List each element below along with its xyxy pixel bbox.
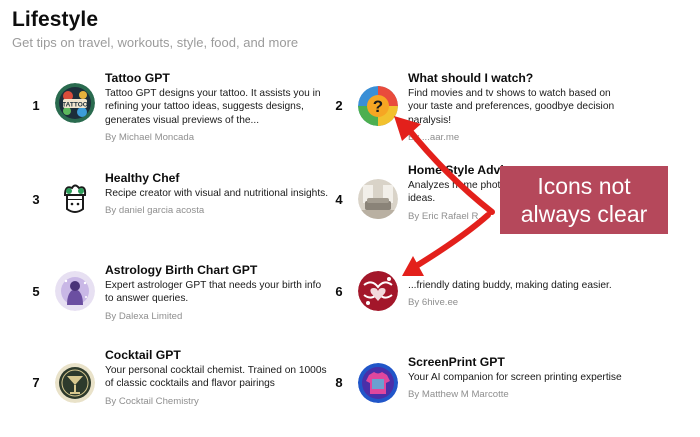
- gpt-item-healthy-chef[interactable]: 3 Healthy Chef Recipe creator with visua…: [30, 171, 330, 251]
- svg-text:TATTOO: TATTOO: [62, 102, 88, 109]
- gpt-item-what-should-i-watch[interactable]: 2 ? What should I watch? Find movies and…: [333, 71, 633, 151]
- tattoo-icon: TATTOO: [55, 83, 95, 123]
- item-description: ...friendly dating buddy, making dating …: [408, 280, 612, 291]
- svg-text:?: ?: [373, 97, 383, 116]
- item-name: What should I watch?: [408, 71, 534, 85]
- item-rank: 2: [335, 98, 343, 113]
- item-rank: 6: [335, 284, 343, 299]
- item-rank: 4: [335, 192, 343, 207]
- item-author: By Dalexa Limited: [105, 310, 183, 322]
- item-name: ScreenPrint GPT: [408, 355, 505, 369]
- item-author: By Cocktail Chemistry: [105, 395, 199, 407]
- gpt-item-screenprint-gpt[interactable]: 8 ScreenPrint GPT Your AI companion for …: [333, 355, 633, 435]
- item-author: By ...aar.me: [408, 131, 460, 143]
- item-description: Your AI companion for screen printing ex…: [408, 372, 622, 383]
- astrologer-icon: [55, 271, 95, 311]
- item-rank: 1: [32, 98, 40, 113]
- item-rank: 8: [335, 375, 343, 390]
- item-name: Tattoo GPT: [105, 71, 170, 85]
- gpt-item-dating-buddy[interactable]: 6 ... ...friendly dating buddy, making d…: [333, 263, 633, 343]
- living-room-icon: [358, 179, 398, 219]
- annotation-callout: Icons not always clear: [500, 166, 668, 234]
- cocktail-glass-icon: [55, 363, 95, 403]
- gpt-item-astrology-birth-chart[interactable]: 5 Astrology Birth Chart GPT Expert astro…: [30, 263, 330, 343]
- item-description: Expert astrologer GPT that needs your bi…: [105, 280, 322, 305]
- item-author: By Matthew M Marcotte: [408, 389, 509, 401]
- item-description: Tattoo GPT designs your tattoo. It assis…: [105, 88, 321, 126]
- gpt-item-cocktail-gpt[interactable]: 7 Cocktail GPT Your personal cocktail ch…: [30, 348, 330, 428]
- item-author: By 6hive.ee: [408, 297, 459, 309]
- item-name: Cocktail GPT: [105, 348, 181, 362]
- item-name: Healthy Chef: [105, 171, 180, 185]
- page-subtitle: Get tips on travel, workouts, style, foo…: [12, 35, 299, 50]
- tshirt-icon: [358, 363, 398, 403]
- item-description: Recipe creator with visual and nutrition…: [105, 188, 329, 199]
- chef-icon: [55, 179, 95, 219]
- question-mark-icon: ?: [358, 86, 398, 126]
- item-description: Find movies and tv shows to watch based …: [408, 88, 615, 126]
- annotation-line-1: Icons not: [537, 173, 631, 199]
- item-rank: 3: [32, 192, 40, 207]
- item-name: ...: [408, 263, 419, 277]
- item-name: Astrology Birth Chart GPT: [105, 263, 258, 277]
- item-rank: 7: [32, 375, 40, 390]
- item-author: By daniel garcia acosta: [105, 205, 205, 217]
- item-rank: 5: [32, 284, 40, 299]
- item-description: Your personal cocktail chemist. Trained …: [105, 365, 327, 390]
- item-author: By Michael Moncada: [105, 131, 195, 143]
- page-title: Lifestyle: [12, 8, 99, 31]
- gpt-item-tattoo-gpt[interactable]: 1 TATTOO Tattoo GPT Tattoo GPT designs y…: [30, 71, 330, 151]
- dating-icon: [358, 271, 398, 311]
- annotation-line-2: always clear: [520, 201, 648, 227]
